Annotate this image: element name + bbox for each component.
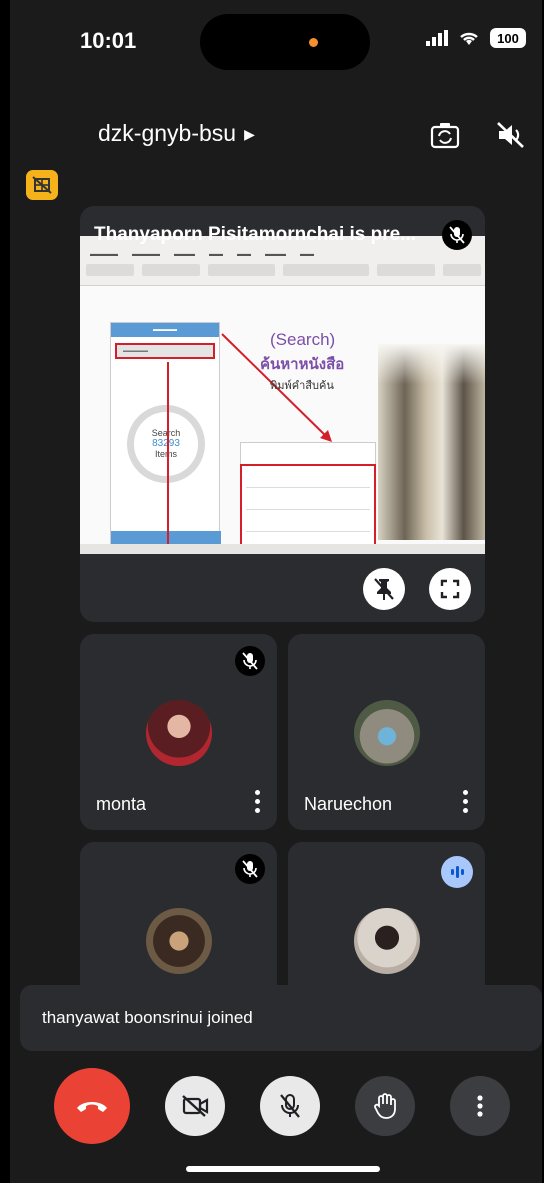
chevron-right-icon: ▶	[244, 126, 255, 143]
phone-mockup-header: ▬▬▬▬	[111, 323, 219, 337]
grid-off-icon	[32, 176, 52, 194]
avatar	[354, 700, 420, 766]
phone-mockup: ▬▬▬▬ ▬▬▬▬▬ Search 83293 Items	[110, 322, 221, 548]
presenter-title: Thanyaporn Pisitamornchai is pre...	[94, 224, 417, 245]
phone-mockup-label: Search	[151, 428, 181, 438]
hangup-icon	[77, 1102, 107, 1112]
results-list-mockup	[240, 464, 376, 554]
slide-subheading-th: พิมพ์คำสืบค้น	[270, 380, 334, 392]
volume-off-icon	[497, 122, 524, 148]
status-time: 10:01	[80, 28, 137, 53]
arrow-annotation	[167, 362, 169, 552]
battery-icon: 100	[490, 28, 526, 48]
more-vert-icon	[477, 1095, 483, 1117]
slide-status-bar	[80, 544, 485, 554]
avatar	[146, 908, 212, 974]
fullscreen-button[interactable]	[429, 568, 471, 610]
slide-heading-en: (Search)	[270, 330, 336, 349]
mic-off-icon	[242, 860, 258, 878]
pin-off-icon	[374, 578, 394, 600]
participant-mic-status	[235, 646, 265, 676]
speaker-mute-button[interactable]	[494, 118, 528, 152]
raise-hand-button[interactable]	[355, 1076, 415, 1136]
end-call-button[interactable]	[54, 1068, 130, 1144]
meeting-code-label: dzk-gnyb-bsu	[98, 120, 237, 146]
shared-slide: ▬▬▬▬ ▬▬▬▬ ▬▬▬ ▬▬ ▬▬ ▬▬▬ ▬▬ ▬▬▬▬ ▬▬▬▬▬ Search 8…	[80, 236, 485, 554]
slide-heading-th: ค้นหาหนังสือ	[260, 356, 345, 373]
camera-off-icon	[182, 1095, 209, 1117]
more-options-button[interactable]	[450, 1076, 510, 1136]
dynamic-island	[200, 14, 370, 70]
join-toast: thanyawat boonsrinui joined	[20, 985, 542, 1051]
participant-name: Naruechon	[304, 794, 393, 814]
meet-call-screen: 10:01 100 dzk-gnyb-bsu ▶ ▬▬▬▬ ▬▬▬▬ ▬▬▬ ▬…	[10, 0, 542, 1183]
phone-mockup-count: 83293	[152, 438, 180, 449]
switch-camera-icon	[430, 123, 460, 149]
mic-off-icon	[280, 1094, 300, 1118]
mic-toggle-button[interactable]	[260, 1076, 320, 1136]
status-icons: 100	[426, 28, 526, 48]
wifi-icon	[460, 32, 478, 45]
ribbon-tools	[86, 264, 481, 282]
raise-hand-icon	[374, 1093, 396, 1119]
participant-mic-status	[235, 854, 265, 884]
participant-more-button[interactable]	[457, 786, 473, 816]
signal-icon	[426, 30, 448, 46]
avatar	[146, 700, 212, 766]
presentation-tile[interactable]: ▬▬▬▬ ▬▬▬▬ ▬▬▬ ▬▬ ▬▬ ▬▬▬ ▬▬ ▬▬▬▬ ▬▬▬▬▬ Search 8…	[80, 206, 485, 622]
avatar	[354, 908, 420, 974]
recording-badge[interactable]	[26, 170, 58, 200]
phone-mockup-search: ▬▬▬▬▬	[115, 343, 215, 359]
library-photo	[378, 344, 485, 540]
phone-mockup-unit: Items	[154, 449, 177, 459]
unpin-button[interactable]	[363, 568, 405, 610]
participant-more-button[interactable]	[249, 786, 265, 816]
speaking-indicator-icon	[441, 856, 473, 888]
presenter-mic-status	[442, 220, 472, 250]
mic-in-use-indicator	[309, 38, 318, 47]
phone-mockup-ring: Search 83293 Items	[127, 405, 205, 483]
participant-tile[interactable]: Naruechon	[288, 634, 485, 830]
mic-off-icon	[242, 652, 258, 670]
switch-camera-button[interactable]	[428, 118, 462, 152]
home-indicator[interactable]	[186, 1166, 380, 1172]
participant-tile[interactable]: monta	[80, 634, 277, 830]
mic-off-icon	[449, 226, 465, 244]
meeting-code[interactable]: dzk-gnyb-bsu ▶	[98, 120, 255, 147]
camera-toggle-button[interactable]	[165, 1076, 225, 1136]
participant-name: monta	[96, 794, 147, 814]
fullscreen-icon	[440, 579, 460, 599]
